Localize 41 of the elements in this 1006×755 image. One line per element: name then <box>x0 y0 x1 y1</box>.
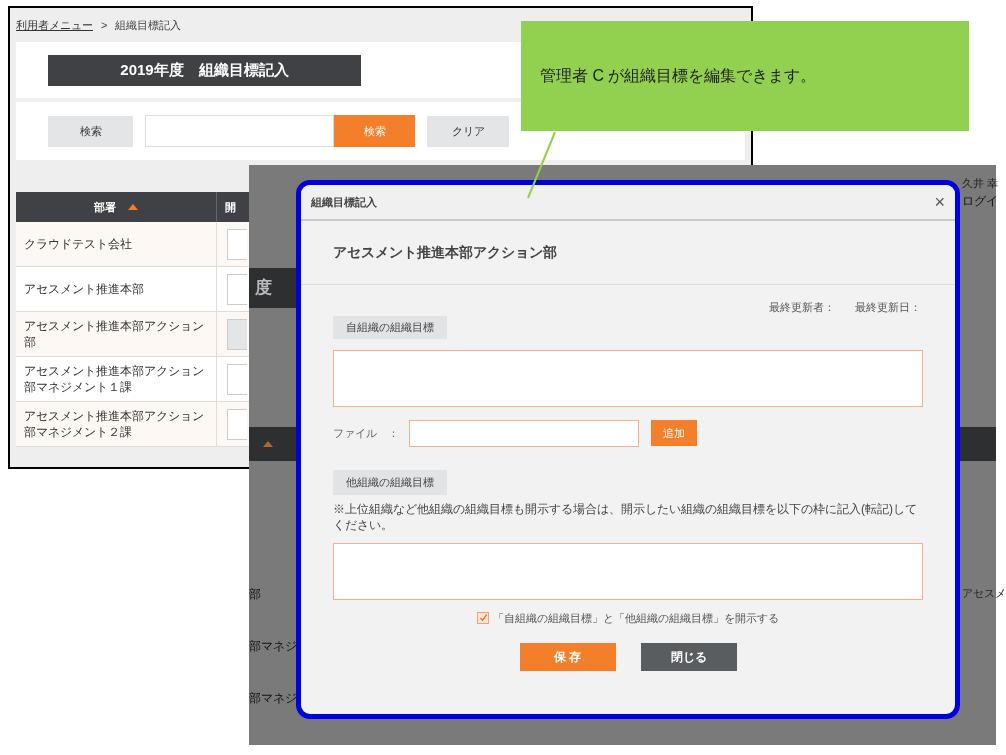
column-header[interactable]: 部署 <box>94 198 116 216</box>
table-cell-text: 部マネジ <box>249 638 297 655</box>
note-text: ※上位組織など他組織の組織目標も開示する場合は、開示したい組織の組織目標を以下の枠に記入(転記)してください。 <box>333 500 918 533</box>
goal-textarea[interactable] <box>333 542 923 600</box>
page-title: 2019年度 組織目標記入 <box>48 54 361 86</box>
search-field[interactable] <box>145 115 334 147</box>
last-updated-by: 最終更新者： <box>769 300 835 315</box>
sort-up-icon <box>263 441 273 447</box>
table-cell-text: アセスメント推進本部アクション部マネジメント２課 <box>24 408 205 440</box>
goal-textarea[interactable] <box>333 349 923 407</box>
section-label: 自組織の組織目標 <box>333 315 447 339</box>
callout-text: 管理者 C が組織目標を編集できます。 <box>540 66 817 86</box>
table-cell-text: 部マネジ <box>249 690 297 707</box>
input-field[interactable] <box>227 408 247 440</box>
table-cell-text: アセスメント推進本部アクション部 <box>24 318 205 350</box>
input-field[interactable] <box>227 363 247 395</box>
table-cell-text: アセスメ <box>962 586 1006 601</box>
breadcrumb-link[interactable]: 利用者メニュー <box>16 16 93 34</box>
input-field[interactable] <box>227 273 247 305</box>
search-label-button[interactable]: 検索 <box>48 115 133 147</box>
clear-button[interactable]: クリア <box>427 115 509 147</box>
dialog-title: 組織目標記入 <box>311 194 377 210</box>
column-header[interactable]: 開 <box>225 198 236 216</box>
file-field[interactable] <box>409 419 639 447</box>
table-cell: アセスメント推進本部 <box>24 281 144 297</box>
section-label: 他組織の組織目標 <box>333 469 447 495</box>
table-cell: クラウドテスト会社 <box>24 236 132 252</box>
close-dialog-button[interactable]: 閉じる <box>640 643 737 671</box>
checkbox-label: 「自組織の組織目標」と「他組織の組織目標」を開示する <box>493 610 779 626</box>
department-name: アセスメント推進本部アクション部 <box>333 243 557 262</box>
file-label: ファイル ： <box>333 425 400 441</box>
close-button[interactable]: × <box>934 193 945 211</box>
table-cell-text: アセスメント推進本部アクション部マネジメント１課 <box>24 363 205 395</box>
login-link[interactable]: ログイ <box>962 192 998 210</box>
checkbox[interactable] <box>477 611 489 624</box>
breadcrumb-separator: > <box>101 17 108 33</box>
input-field[interactable] <box>227 228 247 260</box>
last-updated-on: 最終更新日： <box>855 300 921 315</box>
page-title: 度 <box>255 277 272 300</box>
table-cell-text: 部 <box>249 586 261 603</box>
breadcrumb-text: 組織目標記入 <box>115 17 182 33</box>
